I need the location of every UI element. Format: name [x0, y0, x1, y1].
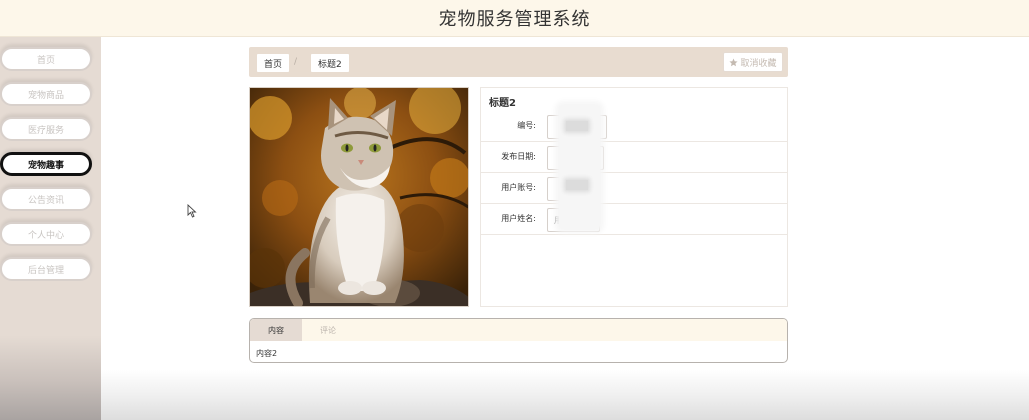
tab-bar: 内容 评论	[250, 319, 787, 341]
tab-comments[interactable]: 评论	[302, 319, 354, 341]
breadcrumb-separator: /	[294, 57, 298, 67]
cat-photo	[249, 87, 469, 307]
sidebar-item-pet-products[interactable]: 宠物商品	[0, 82, 92, 106]
content-tabs: 内容 评论 内容2	[249, 318, 788, 363]
blur-redaction-mark	[566, 121, 588, 131]
field-label-id: 编号:	[517, 121, 536, 130]
sidebar-item-pet-stories[interactable]: 宠物趣事	[0, 152, 92, 176]
breadcrumb-current: 标题2	[311, 54, 349, 72]
sidebar-item-medical-services[interactable]: 医疗服务	[0, 117, 92, 141]
blur-redaction-mark	[566, 180, 588, 190]
field-label-user-account: 用户账号:	[501, 183, 536, 192]
sidebar-item-admin[interactable]: 后台管理	[0, 257, 92, 281]
sidebar: 首页 宠物商品 医疗服务 宠物趣事 公告资讯 个人中心 后台管理	[0, 37, 101, 420]
tab-content-text: 内容2	[256, 349, 278, 358]
app-header: 宠物服务管理系统	[0, 0, 1029, 37]
field-row-user-name: 用户姓名: 用户姓名2	[481, 204, 788, 235]
field-label-publish-date: 发布日期:	[501, 152, 536, 161]
sidebar-item-personal-center[interactable]: 个人中心	[0, 222, 92, 246]
unfavorite-button[interactable]: 取消收藏	[723, 52, 783, 72]
breadcrumb-home[interactable]: 首页	[257, 54, 290, 72]
unfavorite-label: 取消收藏	[740, 58, 777, 69]
field-row-user-account: 用户账号:	[481, 173, 788, 204]
field-row-id: 编号:	[481, 111, 788, 142]
breadcrumb: 首页 / 标题2	[249, 47, 788, 77]
field-label-user-name: 用户姓名:	[501, 214, 536, 223]
field-row-publish-date: 发布日期:	[481, 142, 788, 173]
sidebar-item-announcements[interactable]: 公告资讯	[0, 187, 92, 211]
sidebar-item-home[interactable]: 首页	[0, 47, 92, 71]
bottom-fade	[101, 370, 1029, 420]
detail-panel: 标题2 编号: 发布日期: 用户账号: 用户姓名: 用户姓名2	[480, 87, 788, 307]
star-icon	[729, 58, 739, 66]
detail-title: 标题2	[489, 98, 516, 109]
tab-content[interactable]: 内容	[250, 319, 302, 341]
mouse-cursor-icon	[187, 204, 197, 218]
app-title: 宠物服务管理系统	[438, 9, 591, 30]
